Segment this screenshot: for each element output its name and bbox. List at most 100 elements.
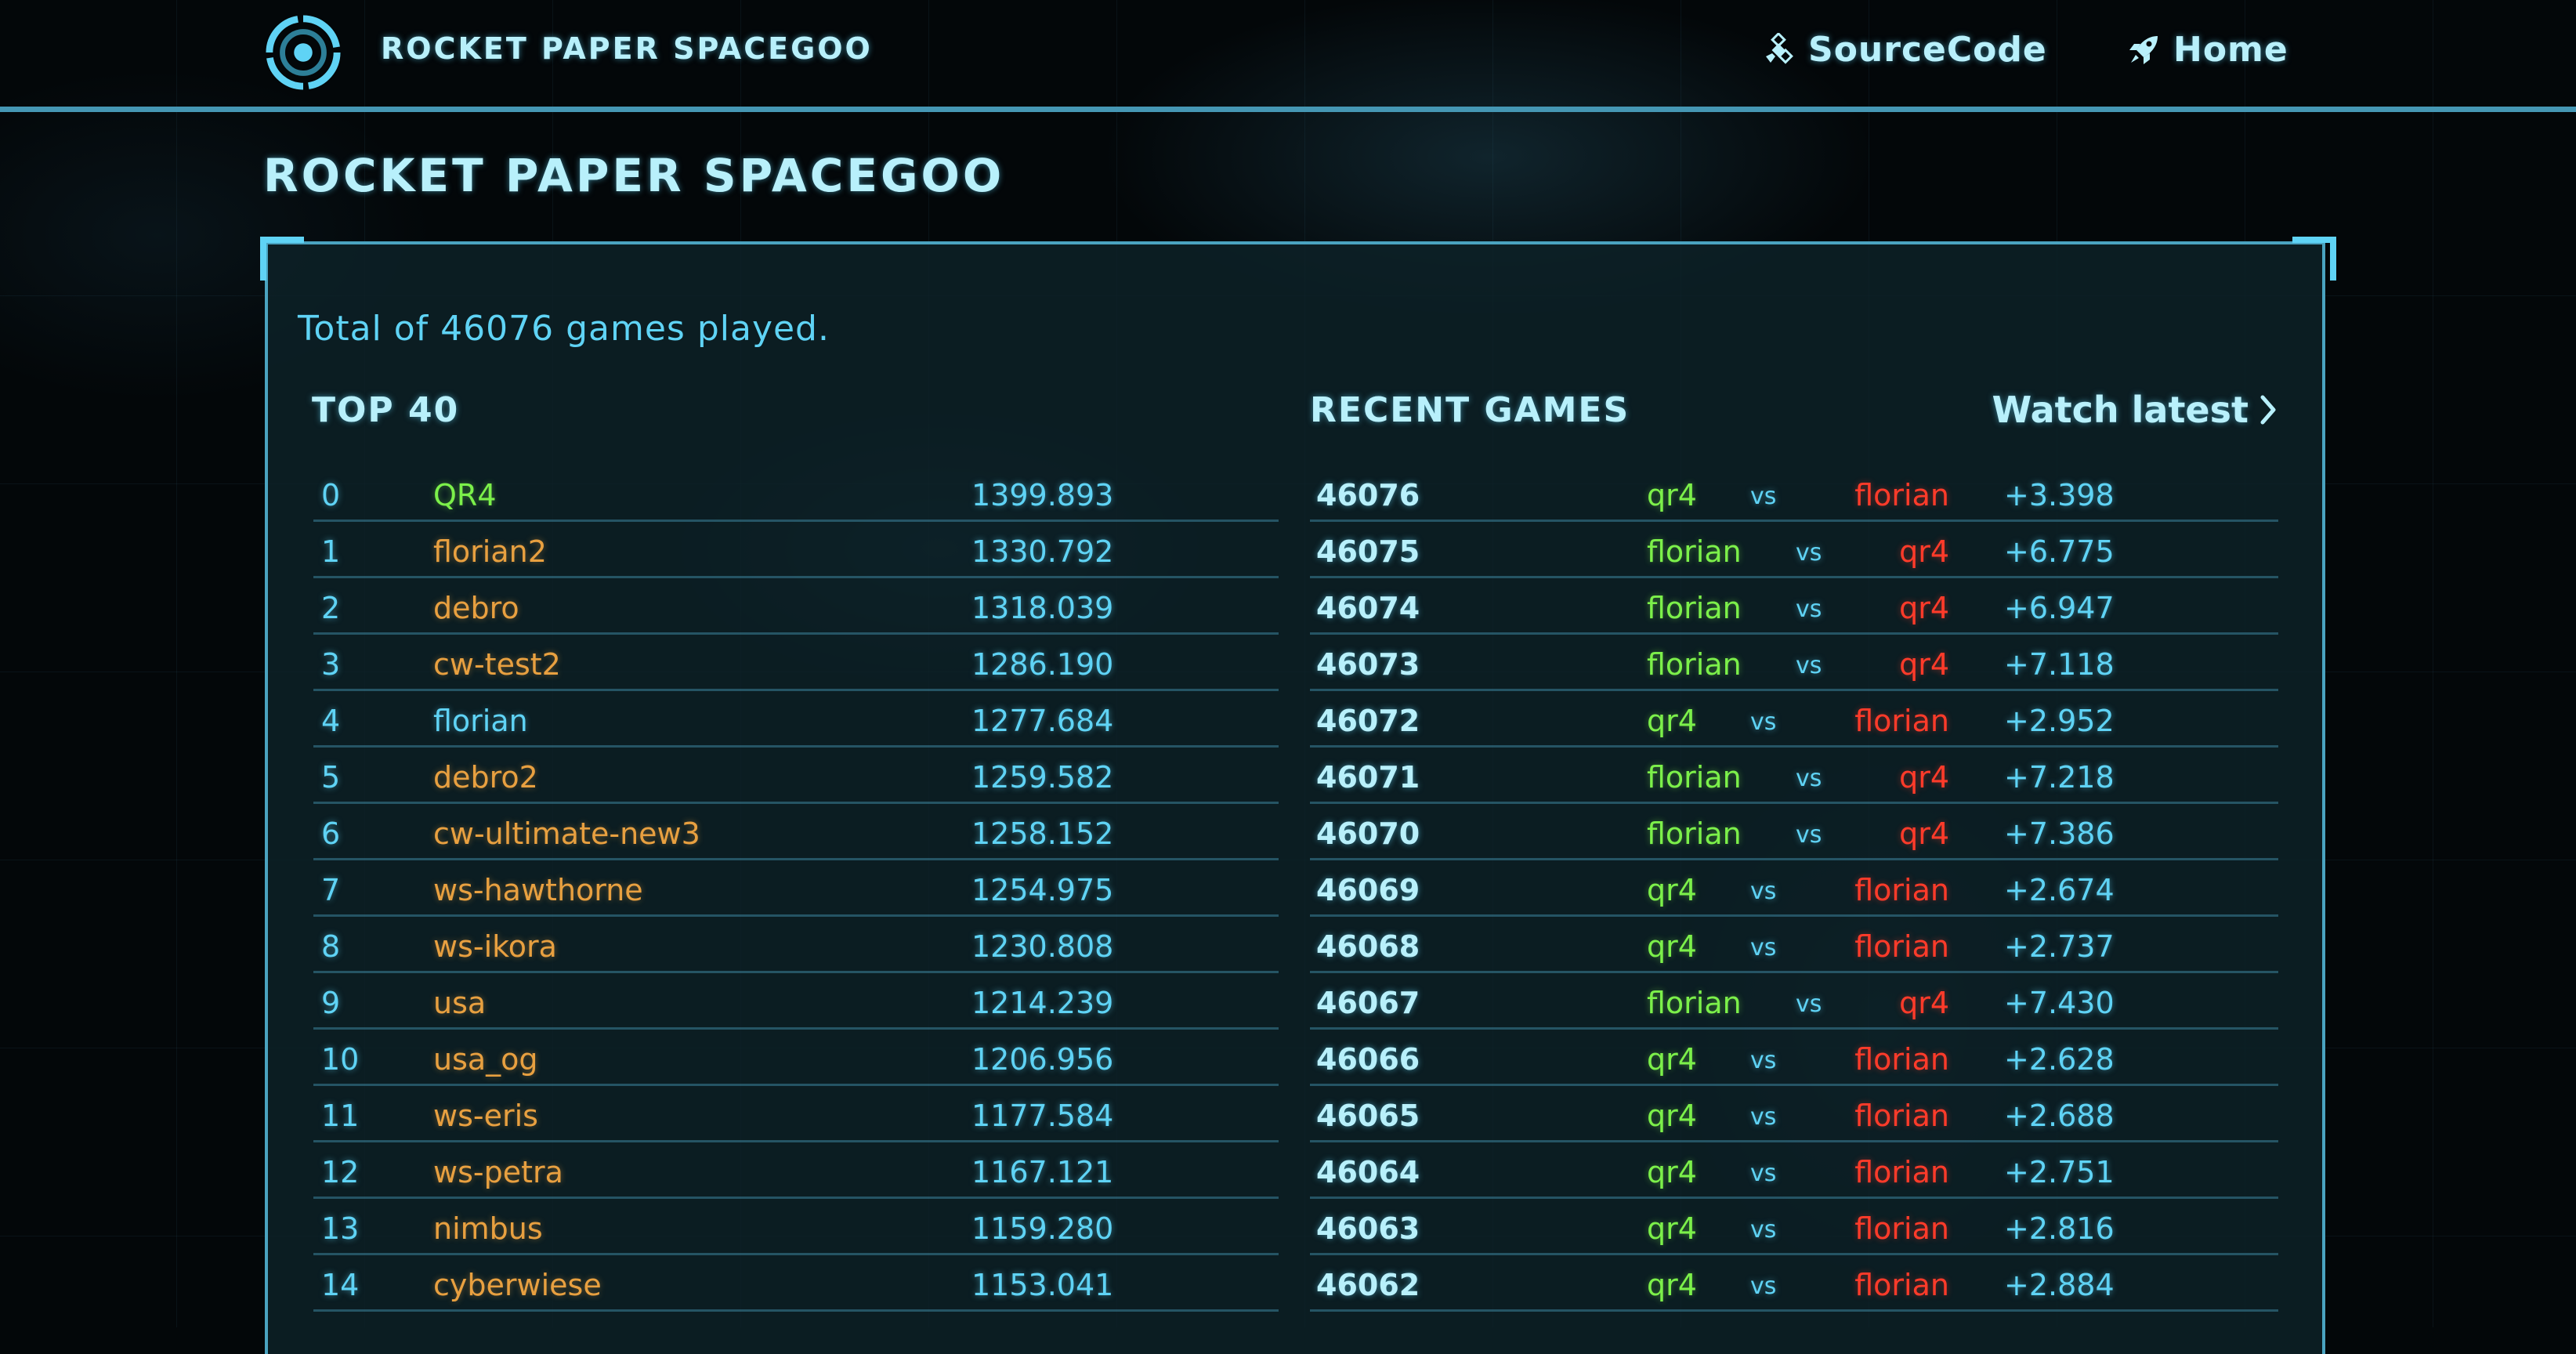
game-row[interactable]: 46073 florian vs qr4 +7.118 — [1310, 635, 2278, 691]
winner-name-link[interactable]: qr4 — [1647, 1268, 1697, 1302]
ranking-row[interactable]: 11 ws-eris 1177.584 — [313, 1086, 1279, 1142]
loser-name-link[interactable]: qr4 — [1899, 986, 1949, 1020]
player-name-link[interactable]: ws-eris — [433, 1099, 538, 1133]
nav-sourcecode-link[interactable]: SourceCode — [1761, 30, 2047, 70]
player-score: 1177.584 — [971, 1099, 1114, 1133]
ranking-row[interactable]: 12 ws-petra 1167.121 — [313, 1142, 1279, 1199]
game-row[interactable]: 46072 qr4 vs florian +2.952 — [1310, 691, 2278, 748]
game-id-link[interactable]: 46072 — [1316, 704, 1420, 738]
ranking-row[interactable]: 9 usa 1214.239 — [313, 973, 1279, 1030]
game-id-link[interactable]: 46075 — [1316, 534, 1420, 569]
loser-name-link[interactable]: florian — [1854, 704, 1949, 738]
winner-name-link[interactable]: qr4 — [1647, 704, 1697, 738]
winner-name-link[interactable]: qr4 — [1647, 873, 1697, 907]
player-name-link[interactable]: usa_og — [433, 1042, 538, 1077]
loser-name-link[interactable]: florian — [1854, 1268, 1949, 1302]
loser-name-link[interactable]: florian — [1854, 929, 1949, 964]
vs-label: vs — [1796, 596, 1822, 623]
game-row[interactable]: 46065 qr4 vs florian +2.688 — [1310, 1086, 2278, 1142]
game-row[interactable]: 46066 qr4 vs florian +2.628 — [1310, 1030, 2278, 1086]
player-name-link[interactable]: debro — [433, 591, 519, 625]
ranking-row[interactable]: 2 debro 1318.039 — [313, 578, 1279, 635]
game-id-link[interactable]: 46063 — [1316, 1211, 1420, 1246]
game-id-link[interactable]: 46071 — [1316, 760, 1420, 795]
ranking-row[interactable]: 10 usa_og 1206.956 — [313, 1030, 1279, 1086]
ranking-row[interactable]: 8 ws-ikora 1230.808 — [313, 917, 1279, 973]
loser-name-link[interactable]: qr4 — [1899, 591, 1949, 625]
game-row[interactable]: 46075 florian vs qr4 +6.775 — [1310, 522, 2278, 578]
winner-name-link[interactable]: florian — [1647, 591, 1742, 625]
winner-name-link[interactable]: florian — [1647, 986, 1742, 1020]
player-name-link[interactable]: florian — [433, 704, 528, 738]
winner-name-link[interactable]: qr4 — [1647, 478, 1697, 512]
game-id-link[interactable]: 46070 — [1316, 816, 1420, 851]
game-row[interactable]: 46063 qr4 vs florian +2.816 — [1310, 1199, 2278, 1255]
game-id-link[interactable]: 46068 — [1316, 929, 1420, 964]
game-id-link[interactable]: 46074 — [1316, 591, 1420, 625]
game-id-link[interactable]: 46076 — [1316, 478, 1420, 512]
winner-name-link[interactable]: florian — [1647, 816, 1742, 851]
winner-name-link[interactable]: qr4 — [1647, 1211, 1697, 1246]
winner-name-link[interactable]: qr4 — [1647, 1042, 1697, 1077]
game-row[interactable]: 46074 florian vs qr4 +6.947 — [1310, 578, 2278, 635]
player-name-link[interactable]: florian2 — [433, 534, 547, 569]
loser-name-link[interactable]: qr4 — [1899, 760, 1949, 795]
game-id-link[interactable]: 46064 — [1316, 1155, 1420, 1189]
loser-name-link[interactable]: florian — [1854, 873, 1949, 907]
game-row[interactable]: 46062 qr4 vs florian +2.884 — [1310, 1255, 2278, 1312]
loser-name-link[interactable]: qr4 — [1899, 534, 1949, 569]
winner-name-link[interactable]: florian — [1647, 760, 1742, 795]
loser-name-link[interactable]: qr4 — [1899, 647, 1949, 682]
loser-name-link[interactable]: florian — [1854, 1211, 1949, 1246]
winner-name-link[interactable]: qr4 — [1647, 1155, 1697, 1189]
ranking-row[interactable]: 6 cw-ultimate-new3 1258.152 — [313, 804, 1279, 860]
ranking-row[interactable]: 13 nimbus 1159.280 — [313, 1199, 1279, 1255]
game-row[interactable]: 46068 qr4 vs florian +2.737 — [1310, 917, 2278, 973]
player-name-link[interactable]: cw-test2 — [433, 647, 561, 682]
ranking-row[interactable]: 7 ws-hawthorne 1254.975 — [313, 860, 1279, 917]
loser-name-link[interactable]: florian — [1854, 1099, 1949, 1133]
player-name-link[interactable]: cyberwiese — [433, 1268, 602, 1302]
brand-title[interactable]: Rocket Paper Spacegoo — [381, 31, 873, 66]
game-row[interactable]: 46076 qr4 vs florian +3.398 — [1310, 465, 2278, 522]
game-id-link[interactable]: 46066 — [1316, 1042, 1420, 1077]
player-name-link[interactable]: ws-ikora — [433, 929, 557, 964]
player-score: 1399.893 — [971, 478, 1114, 512]
game-id-link[interactable]: 46073 — [1316, 647, 1420, 682]
player-name-link[interactable]: QR4 — [433, 478, 497, 512]
player-name-link[interactable]: ws-hawthorne — [433, 873, 643, 907]
ranking-row[interactable]: 5 debro2 1259.582 — [313, 748, 1279, 804]
top-ranking-heading: TOP 40 — [312, 390, 460, 430]
winner-name-link[interactable]: florian — [1647, 534, 1742, 569]
vs-label: vs — [1796, 539, 1822, 567]
game-row[interactable]: 46067 florian vs qr4 +7.430 — [1310, 973, 2278, 1030]
player-name-link[interactable]: cw-ultimate-new3 — [433, 816, 700, 851]
logo-icon[interactable] — [265, 14, 342, 91]
winner-name-link[interactable]: qr4 — [1647, 929, 1697, 964]
game-row[interactable]: 46064 qr4 vs florian +2.751 — [1310, 1142, 2278, 1199]
game-row[interactable]: 46070 florian vs qr4 +7.386 — [1310, 804, 2278, 860]
loser-name-link[interactable]: florian — [1854, 1155, 1949, 1189]
player-name-link[interactable]: debro2 — [433, 760, 538, 795]
winner-name-link[interactable]: qr4 — [1647, 1099, 1697, 1133]
ranking-row[interactable]: 0 QR4 1399.893 — [313, 465, 1279, 522]
ranking-row[interactable]: 3 cw-test2 1286.190 — [313, 635, 1279, 691]
loser-name-link[interactable]: florian — [1854, 1042, 1949, 1077]
winner-name-link[interactable]: florian — [1647, 647, 1742, 682]
player-name-link[interactable]: ws-petra — [433, 1155, 563, 1189]
player-name-link[interactable]: nimbus — [433, 1211, 543, 1246]
game-row[interactable]: 46071 florian vs qr4 +7.218 — [1310, 748, 2278, 804]
game-row[interactable]: 46069 qr4 vs florian +2.674 — [1310, 860, 2278, 917]
game-id-link[interactable]: 46062 — [1316, 1268, 1420, 1302]
player-name-link[interactable]: usa — [433, 986, 486, 1020]
ranking-row[interactable]: 14 cyberwiese 1153.041 — [313, 1255, 1279, 1312]
loser-name-link[interactable]: qr4 — [1899, 816, 1949, 851]
loser-name-link[interactable]: florian — [1854, 478, 1949, 512]
watch-latest-link[interactable]: Watch latest — [1992, 389, 2277, 431]
game-id-link[interactable]: 46067 — [1316, 986, 1420, 1020]
game-id-link[interactable]: 46065 — [1316, 1099, 1420, 1133]
ranking-row[interactable]: 1 florian2 1330.792 — [313, 522, 1279, 578]
ranking-row[interactable]: 4 florian 1277.684 — [313, 691, 1279, 748]
nav-home-link[interactable]: Home — [2126, 30, 2288, 70]
game-id-link[interactable]: 46069 — [1316, 873, 1420, 907]
